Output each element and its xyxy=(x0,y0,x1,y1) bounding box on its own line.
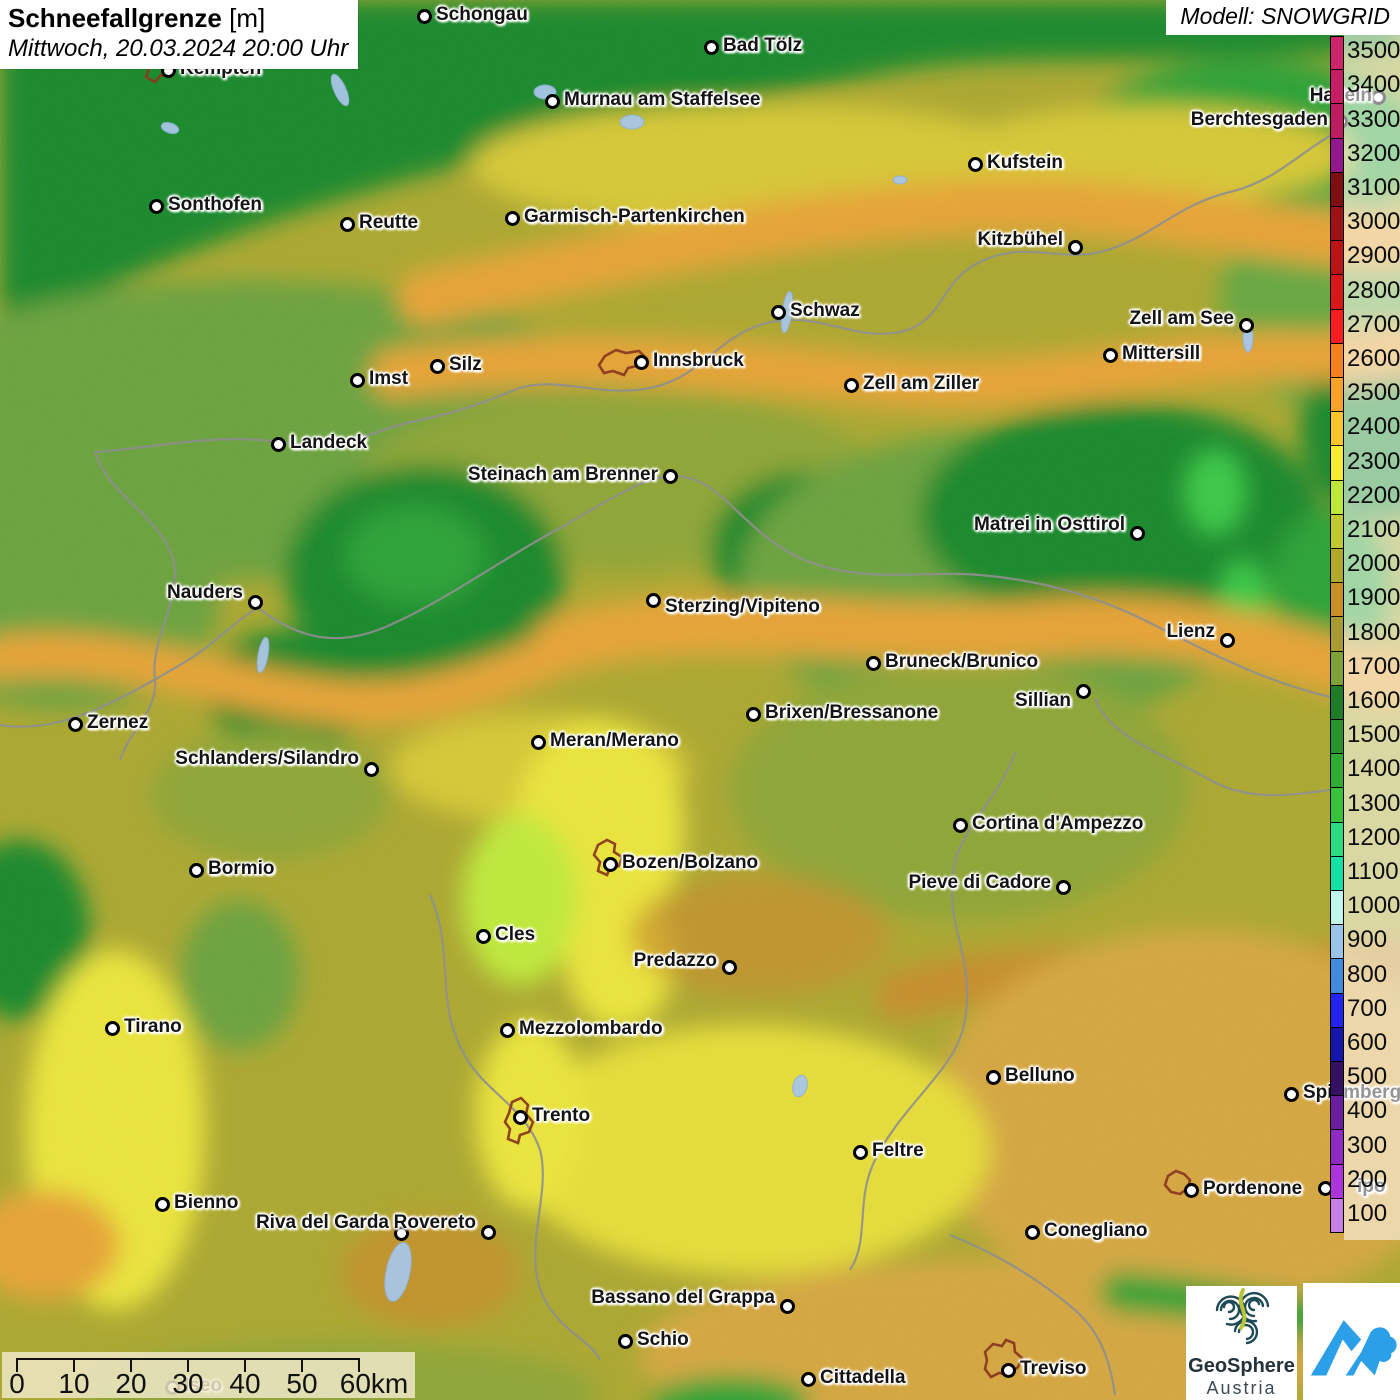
colorbar-segment xyxy=(1330,1197,1344,1233)
colorbar-value: 500 xyxy=(1347,1063,1388,1091)
colorbar-value: 1400 xyxy=(1347,755,1400,783)
colorbar-value: 1900 xyxy=(1347,584,1400,612)
colorbar-segment xyxy=(1330,1163,1344,1199)
colorbar-value: 700 xyxy=(1347,994,1388,1022)
scalebar-label: 20 xyxy=(115,1368,147,1399)
title-unit: [m] xyxy=(229,3,266,33)
colorbar-segment xyxy=(1330,36,1344,71)
map-title: Schneefallgrenze [m] xyxy=(8,3,348,34)
colorbar-segment xyxy=(1330,855,1344,891)
colorbar-segment xyxy=(1330,445,1344,481)
snowline-map-stage: SchongauBad TölzKemptenMurnau am Staffel… xyxy=(0,0,1400,1400)
colorbar-value: 2400 xyxy=(1347,413,1400,441)
colorbar-value: 2100 xyxy=(1347,515,1400,543)
colorbar-value: 2800 xyxy=(1347,276,1400,304)
map-datetime: Mittwoch, 20.03.2024 20:00 Uhr xyxy=(8,35,349,62)
colorbar-segment xyxy=(1330,890,1344,926)
hillshade-texture xyxy=(0,0,1400,1400)
colorbar-value: 3500 xyxy=(1347,37,1400,65)
scalebar-label: 50 xyxy=(286,1368,318,1399)
colorbar-value: 3000 xyxy=(1347,208,1400,236)
colorbar-value: 800 xyxy=(1347,960,1388,988)
title-text: Schneefallgrenze xyxy=(8,3,222,33)
distance-scalebar: 0 10 20 30 40 50 60km xyxy=(2,1352,415,1399)
scalebar-label: 40 xyxy=(229,1368,261,1399)
scalebar-label: 0 xyxy=(9,1368,25,1399)
colorbar-segment xyxy=(1330,924,1344,960)
partner-logo-box xyxy=(1303,1283,1400,1400)
model-label: Modell: SNOWGRID xyxy=(1166,0,1400,35)
colorbar-segment xyxy=(1330,377,1344,413)
colorbar-segment xyxy=(1330,548,1344,584)
geosphere-country-text: Austria xyxy=(1206,1378,1277,1398)
colorbar-segment xyxy=(1330,719,1344,755)
colorbar-value: 1800 xyxy=(1347,618,1400,646)
colorbar-segment xyxy=(1330,1129,1344,1165)
colorbar-segment xyxy=(1330,479,1344,515)
colorbar-value: 1500 xyxy=(1347,721,1400,749)
colorbar-segment xyxy=(1330,650,1344,686)
colorbar-segment xyxy=(1330,274,1344,310)
elevation-colorbar xyxy=(1330,36,1344,1233)
colorbar-segment xyxy=(1330,753,1344,789)
colorbar-segment xyxy=(1330,206,1344,242)
colorbar-segment xyxy=(1330,171,1344,207)
colorbar-value: 400 xyxy=(1347,1097,1388,1125)
colorbar-value: 3200 xyxy=(1347,139,1400,167)
colorbar-segment xyxy=(1330,684,1344,720)
colorbar-segment xyxy=(1330,821,1344,857)
colorbar-value: 900 xyxy=(1347,926,1388,954)
colorbar-value: 1600 xyxy=(1347,686,1400,714)
colorbar-value: 2300 xyxy=(1347,447,1400,475)
colorbar-value: 1200 xyxy=(1347,823,1400,851)
colorbar-value: 2200 xyxy=(1347,481,1400,509)
colorbar-segment xyxy=(1330,137,1344,173)
colorbar-value: 1100 xyxy=(1347,857,1399,885)
colorbar-value: 200 xyxy=(1347,1165,1388,1193)
colorbar-value: 300 xyxy=(1347,1131,1388,1159)
colorbar-value: 1300 xyxy=(1347,789,1400,817)
colorbar-value: 2700 xyxy=(1347,310,1400,338)
colorbar-value: 2000 xyxy=(1347,550,1400,578)
geosphere-logo-box: GeoSphere Austria xyxy=(1186,1286,1297,1400)
map-canvas xyxy=(0,0,1400,1400)
colorbar-value: 3100 xyxy=(1347,173,1400,201)
title-box: Schneefallgrenze [m] Mittwoch, 20.03.202… xyxy=(0,0,359,69)
geosphere-logo-icon xyxy=(1215,1288,1269,1345)
colorbar-value: 2500 xyxy=(1347,379,1400,407)
colorbar-segment xyxy=(1330,308,1344,344)
colorbar-segment xyxy=(1330,1095,1344,1131)
colorbar-value: 3400 xyxy=(1347,71,1400,99)
colorbar-value: 600 xyxy=(1347,1028,1388,1056)
colorbar-value: 1700 xyxy=(1347,652,1400,680)
colorbar-segment xyxy=(1330,342,1344,378)
colorbar-value: 3300 xyxy=(1347,105,1400,133)
geosphere-logo-text: GeoSphere xyxy=(1188,1355,1295,1377)
colorbar-segment xyxy=(1330,1026,1344,1062)
colorbar-segment xyxy=(1330,69,1344,105)
colorbar-segment xyxy=(1330,582,1344,618)
colorbar-segment xyxy=(1330,992,1344,1028)
colorbar-segment xyxy=(1330,103,1344,139)
colorbar-value: 2900 xyxy=(1347,242,1400,270)
colorbar-segment xyxy=(1330,240,1344,276)
colorbar-segment xyxy=(1330,787,1344,823)
colorbar-value: 1000 xyxy=(1347,892,1400,920)
colorbar-segment xyxy=(1330,616,1344,652)
mountain-cloud-logo-icon xyxy=(1310,1320,1397,1376)
colorbar-segment xyxy=(1330,1061,1344,1097)
colorbar-segment xyxy=(1330,411,1344,447)
colorbar-value: 100 xyxy=(1347,1199,1388,1227)
colorbar-value: 2600 xyxy=(1347,344,1400,372)
scalebar-label: 10 xyxy=(58,1368,90,1399)
scalebar-label: 30 xyxy=(172,1368,204,1399)
colorbar-segment xyxy=(1330,958,1344,994)
colorbar-segment xyxy=(1330,513,1344,549)
scalebar-label: 60km xyxy=(339,1368,409,1399)
